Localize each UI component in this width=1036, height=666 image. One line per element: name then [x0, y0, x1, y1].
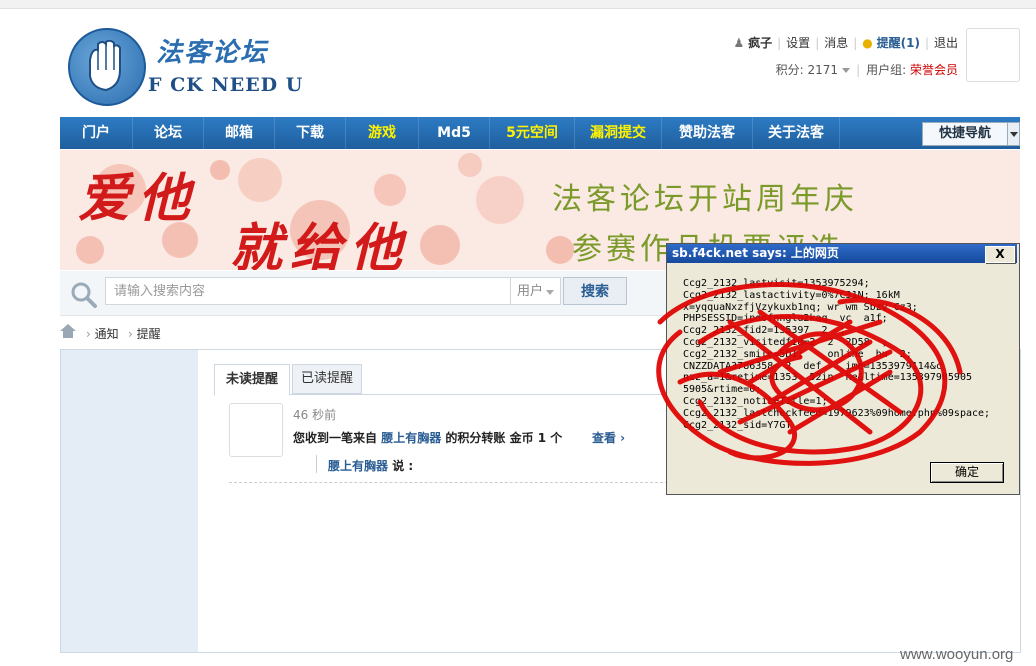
user-links: ♟ 疯子 | 设置 | 消息 | ● 提醒(1) | 退出 [733, 36, 958, 50]
nav-item[interactable]: 门户 [60, 117, 133, 149]
user-icon: ♟ [733, 36, 745, 50]
logout-link[interactable]: 退出 [934, 36, 958, 50]
messages-link[interactable]: 消息 [824, 36, 848, 50]
dialog-line: Ccg2_2132_fid2=135397 2 ; [683, 325, 846, 337]
logo-text-cn: 法客论坛 [156, 38, 269, 68]
nav-item[interactable]: 论坛 [133, 117, 204, 149]
close-button[interactable]: X [985, 246, 1015, 263]
quote-suffix: 说 : [392, 459, 414, 473]
search-type-select[interactable]: 用户 [511, 277, 561, 305]
dialog-line: 5905&rtime=0; [683, 384, 762, 396]
points-text[interactable]: 积分: 2171 [776, 63, 838, 77]
notice-time: 46 秒前 [293, 408, 337, 422]
nav-item[interactable]: 游戏 [346, 117, 419, 149]
search-icon [71, 282, 97, 308]
dialog-line: Ccg2_2132_noticeTitle=1; [683, 395, 828, 407]
reminders-link[interactable]: 提醒(1) [877, 36, 920, 50]
bulb-icon: ● [862, 36, 873, 50]
nav-item[interactable]: 5元空间 [490, 117, 575, 149]
banner-subtitle-1: 法客论坛开站周年庆 [552, 182, 858, 217]
search-input[interactable]: 请输入搜索内容 [105, 277, 511, 305]
sender-link[interactable]: 腰上有胸器 [381, 431, 441, 445]
chevron-down-icon[interactable] [842, 68, 851, 73]
group-value[interactable]: 荣誉会员 [910, 63, 958, 77]
quote-text: 腰上有胸器 说 : [328, 457, 413, 474]
dialog-line: PHPSESSID=jpdofnnglu2kaq vc a1f; [683, 313, 888, 325]
dialog-line: Ccg2_2132_sid=Y7GT [683, 419, 792, 431]
username-link[interactable]: 疯子 [748, 36, 772, 50]
dialog-title: sb.f4ck.net says: 上的网页 [667, 244, 1017, 263]
notice-text: 您收到一笔来自 腰上有胸器 的积分转账 金币 1 个 [293, 429, 562, 446]
dialog-line: x=yqquaNxzfjVzykuxb1nq; wr wm Sbzv Cz3; [683, 301, 918, 313]
user-stats: 积分: 2171 | 用户组: 荣誉会员 [775, 63, 958, 77]
watermark: www.wooyun.org [900, 646, 1014, 663]
view-link[interactable]: 查看 › [592, 429, 625, 446]
logo-text-en: F CK NEED U [148, 74, 304, 96]
top-strip [0, 0, 1036, 9]
dialog-line: Ccg2_2132_smile=5D1; online hu 2; [683, 348, 912, 360]
avatar[interactable] [966, 28, 1020, 82]
notice-prefix: 您收到一笔来自 [293, 431, 378, 445]
dialog-line: Ccg2_2132_lastcheckfeed=1979623%09home.p… [683, 407, 991, 419]
main-nav: 门户 论坛 邮箱 下载 游戏 Md5 5元空间 漏洞提交 赞助法客 关于法客 [60, 117, 1020, 149]
dialog-line: Ccg2_2132_lastvisit=1353975294; [683, 278, 870, 289]
breadcrumb-current-wrap: › 提醒 [128, 327, 161, 341]
dialog-line: nzz_a=1&retime=1353 52in he&ltime=135397… [683, 372, 972, 384]
ok-button[interactable]: 确定 [930, 462, 1004, 483]
dialog-message: Ccg2_2132_lastvisit=1353975294; Ccg2_2132… [683, 278, 991, 431]
sidebar [60, 349, 199, 653]
search-button[interactable]: 搜索 [563, 277, 627, 305]
banner-headline-1: 爱他 [78, 168, 199, 229]
nav-item[interactable]: 赞助法客 [662, 117, 753, 149]
breadcrumb: › 通知 [86, 327, 119, 341]
banner-headline-2: 就给他 [230, 218, 411, 270]
nav-item[interactable]: Md5 [419, 117, 490, 149]
dialog-line: Ccg2_2132_lastactivity=0%7C31N; 16kM [683, 289, 900, 301]
nav-item[interactable]: 下载 [275, 117, 346, 149]
nav-item[interactable]: 漏洞提交 [575, 117, 662, 149]
breadcrumb-notice[interactable]: 通知 [95, 327, 119, 341]
quick-nav-dropdown-icon[interactable] [1007, 122, 1020, 146]
dialog-line: CNZZDATA3786358= 2 def ime=1353979114&c [683, 360, 942, 372]
nav-item[interactable]: 关于法客 [753, 117, 840, 149]
settings-link[interactable]: 设置 [786, 36, 810, 50]
home-icon[interactable] [60, 324, 76, 338]
dialog-line: Ccg2_2132_visitedfid=2 2 2D58 ; [683, 336, 888, 348]
nav-item[interactable]: 邮箱 [204, 117, 275, 149]
sender-avatar[interactable] [229, 403, 283, 457]
group-label: 用户组: [866, 63, 907, 77]
quote-bar [316, 455, 317, 473]
notice-suffix: 的积分转账 金币 1 个 [445, 431, 563, 445]
pointing-hand-icon [89, 40, 121, 92]
tab-read[interactable]: 已读提醒 [292, 364, 362, 394]
tab-unread[interactable]: 未读提醒 [214, 364, 290, 396]
quick-nav-button[interactable]: 快捷导航 [922, 122, 1008, 146]
breadcrumb-remind[interactable]: 提醒 [137, 327, 161, 341]
quote-user-link[interactable]: 腰上有胸器 [328, 459, 388, 473]
